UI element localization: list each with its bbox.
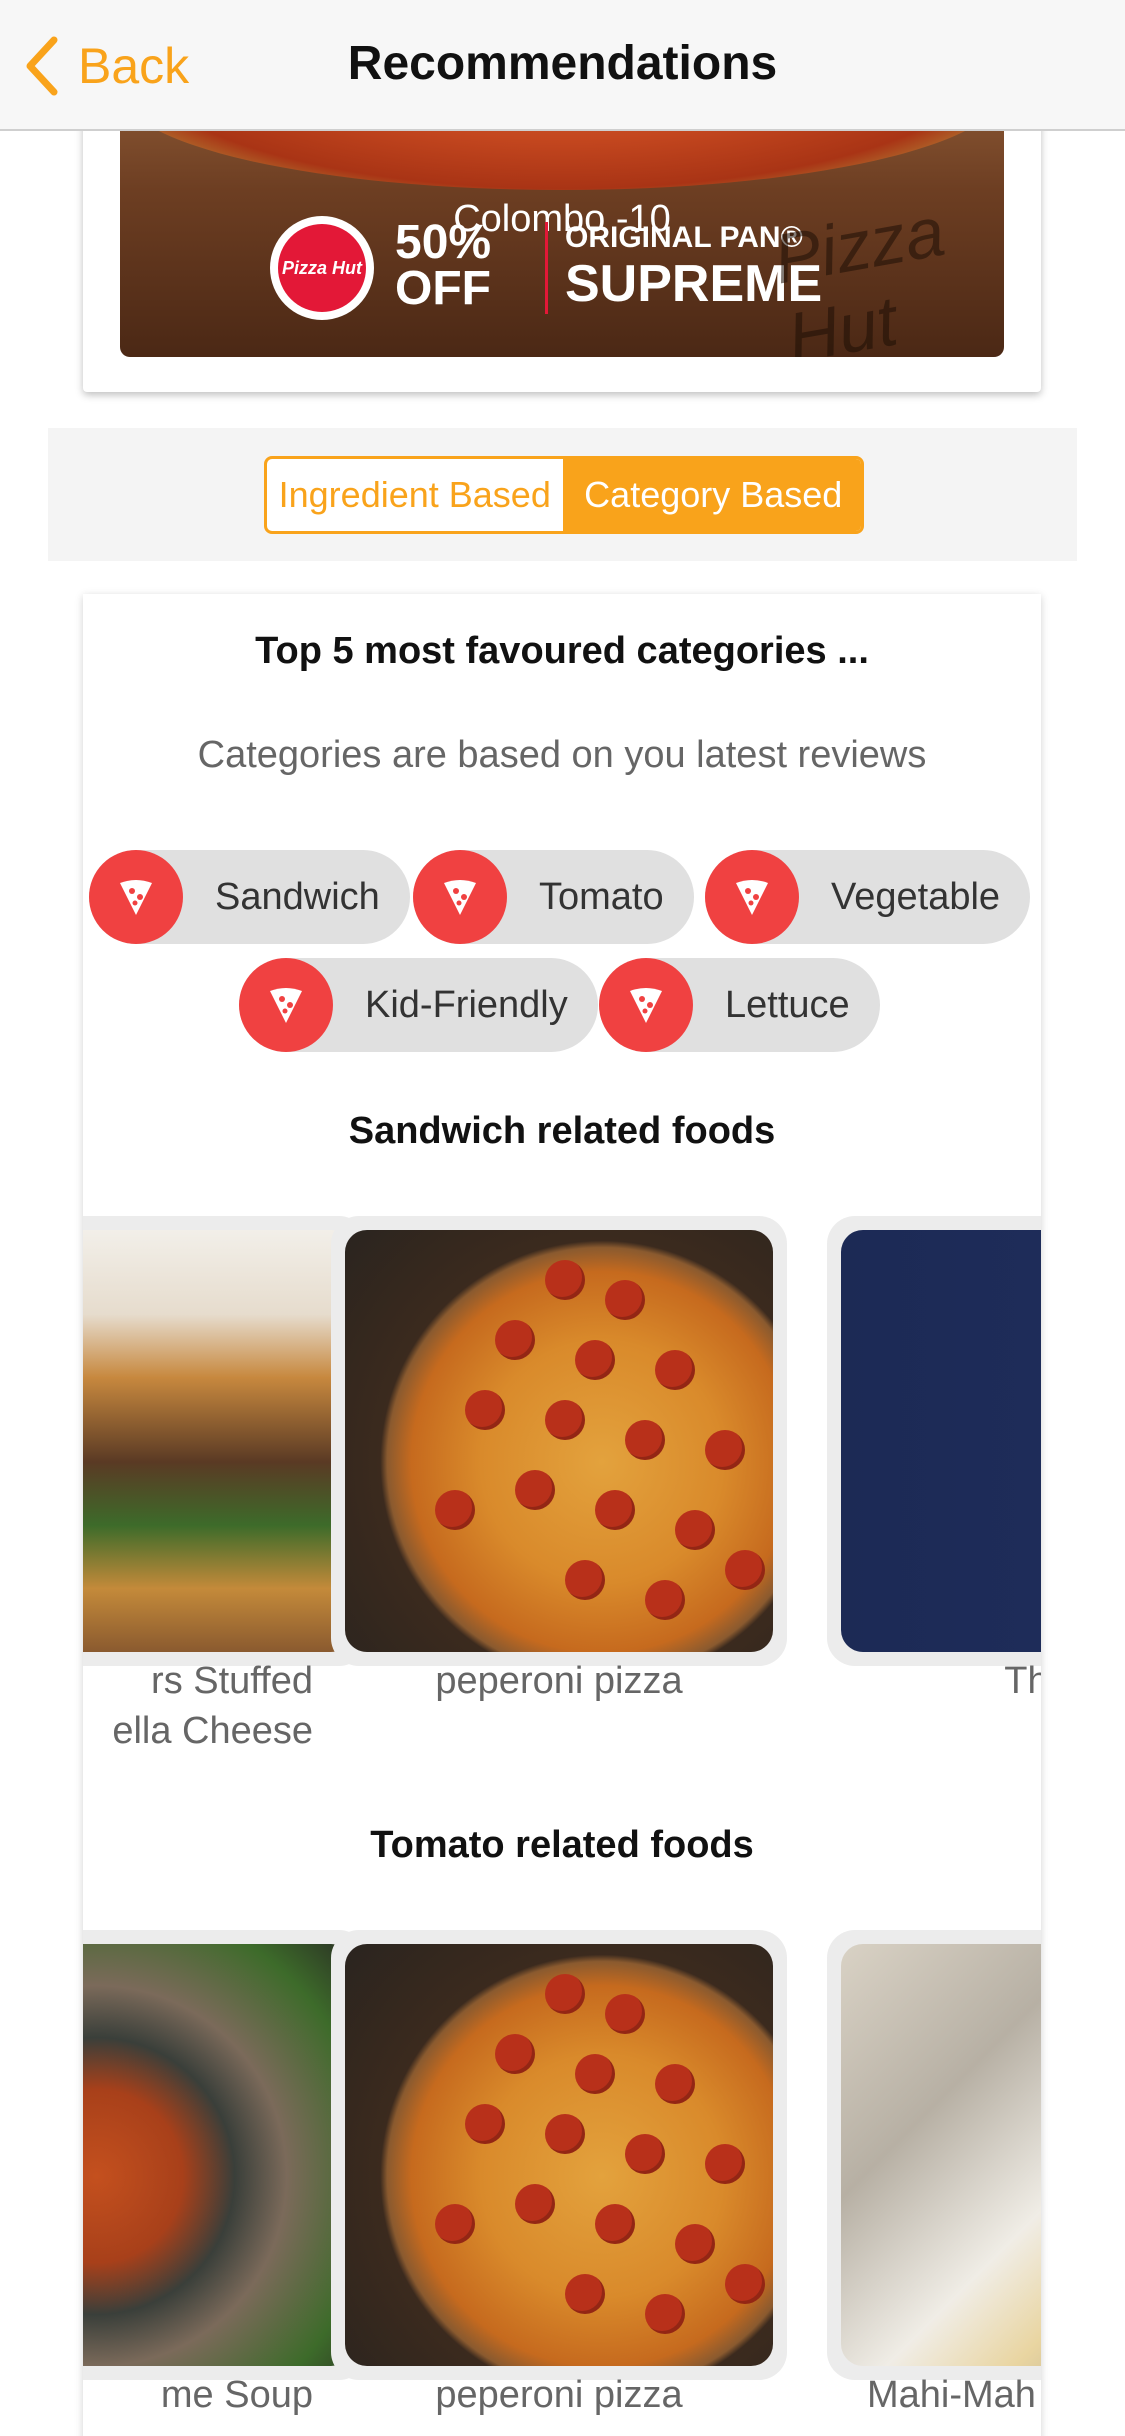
food-card[interactable] bbox=[83, 1216, 367, 1666]
food-name: The B bbox=[1004, 1660, 1041, 1702]
segmented-control: Ingredient Based Category Based bbox=[264, 456, 864, 534]
pizza-slice-icon bbox=[705, 850, 799, 944]
back-label: Back bbox=[78, 38, 190, 94]
food-name: peperoni pizza bbox=[435, 1660, 683, 1702]
section-heading-tomato: Tomato related foods bbox=[370, 1824, 754, 1866]
section-heading-sandwich: Sandwich related foods bbox=[348, 1110, 776, 1152]
food-image bbox=[83, 1944, 353, 2366]
category-chip-tomato[interactable]: Tomato bbox=[413, 850, 694, 944]
chip-label: Kid-Friendly bbox=[365, 983, 568, 1026]
recommendations-card: Top 5 most favoured categories ... Categ… bbox=[83, 594, 1041, 2436]
food-name: me Soup bbox=[160, 2374, 313, 2416]
tab-ingredient-based[interactable]: Ingredient Based bbox=[267, 459, 563, 531]
food-image bbox=[841, 1230, 1041, 1652]
pizza-slice-icon bbox=[239, 958, 333, 1052]
chevron-left-icon bbox=[26, 36, 58, 96]
promo-discount-percent: 50% bbox=[395, 216, 492, 269]
food-card[interactable] bbox=[827, 1216, 1041, 1666]
chip-label: Lettuce bbox=[725, 983, 850, 1026]
pizza-slice-icon bbox=[599, 958, 693, 1052]
category-chip-vegetable[interactable]: Vegetable bbox=[705, 850, 1031, 944]
food-card[interactable] bbox=[331, 1930, 787, 2380]
food-image bbox=[83, 1230, 353, 1652]
food-card[interactable] bbox=[331, 1216, 787, 1666]
food-image bbox=[345, 1944, 773, 2366]
back-button[interactable]: Back bbox=[22, 34, 189, 98]
food-card[interactable] bbox=[83, 1930, 367, 2380]
promo-discount: 50% OFF bbox=[395, 216, 492, 315]
pizza-slice-icon bbox=[413, 850, 507, 944]
pizza-hut-logo: Pizza Hut bbox=[270, 216, 374, 320]
category-chip-sandwich[interactable]: Sandwich bbox=[89, 850, 410, 944]
chip-label: Vegetable bbox=[831, 875, 1001, 918]
food-image bbox=[841, 1944, 1041, 2366]
promo-discount-off: OFF bbox=[395, 262, 491, 315]
food-name: rs Stuffed ella Cheese bbox=[112, 1660, 313, 1752]
promo-divider bbox=[545, 222, 548, 314]
food-name: Mahi-Mah bbox=[867, 2374, 1036, 2416]
categories-heading: Top 5 most favoured categories ... bbox=[255, 630, 869, 672]
chip-label: Tomato bbox=[539, 875, 664, 918]
food-name: peperoni pizza bbox=[435, 2374, 683, 2416]
category-chip-kid-friendly[interactable]: Kid-Friendly bbox=[239, 958, 598, 1052]
screen: Colombo -10 Pizza Hut 50% OFF ORIGINAL P… bbox=[0, 0, 1125, 2436]
pizza-hut-logo-text: Pizza Hut bbox=[278, 224, 366, 312]
category-chip-lettuce[interactable]: Lettuce bbox=[599, 958, 880, 1052]
food-image bbox=[345, 1230, 773, 1652]
food-card[interactable] bbox=[827, 1930, 1041, 2380]
chip-label: Sandwich bbox=[215, 875, 380, 918]
navigation-bar: Back Recommendations bbox=[0, 0, 1125, 131]
tab-category-based[interactable]: Category Based bbox=[562, 459, 861, 531]
pizza-slice-icon bbox=[89, 850, 183, 944]
categories-subtext: Categories are based on you latest revie… bbox=[197, 734, 927, 776]
